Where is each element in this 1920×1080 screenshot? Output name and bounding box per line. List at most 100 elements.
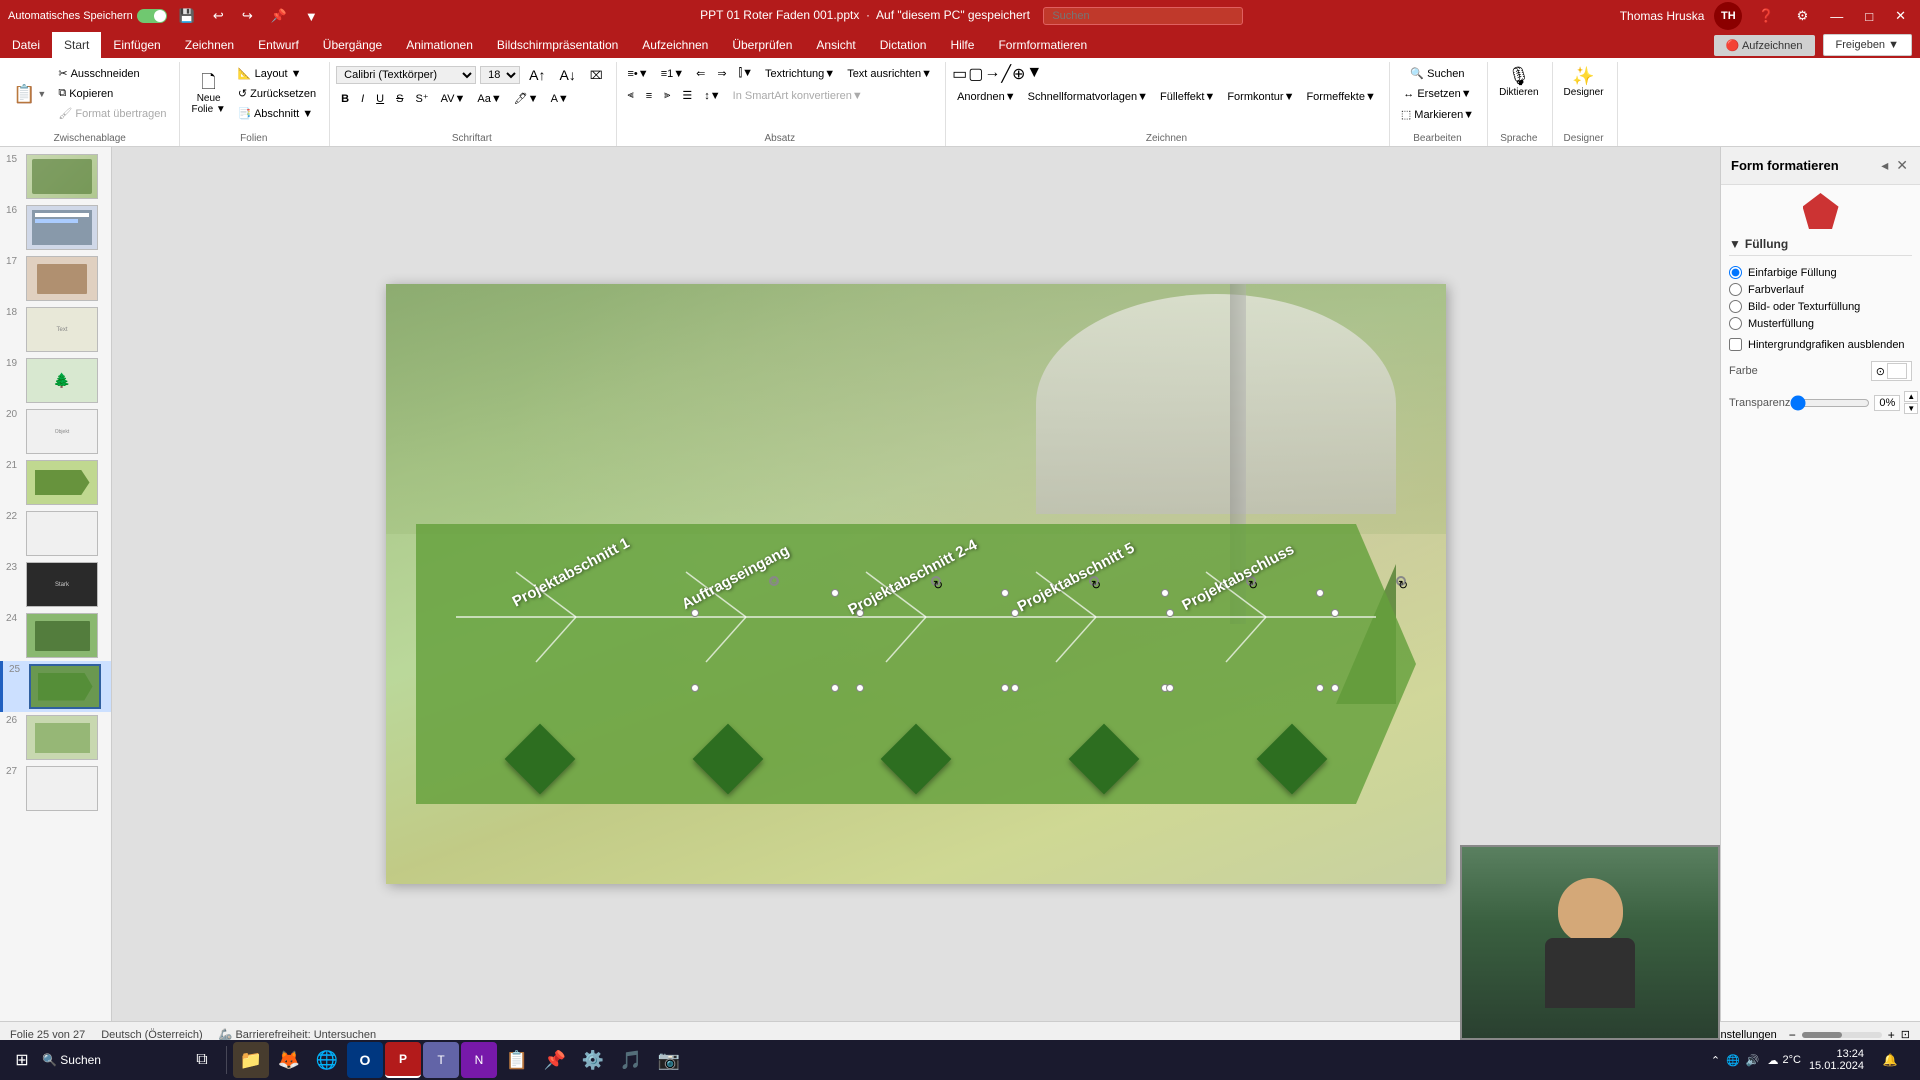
- clear-format-btn[interactable]: ⌧: [585, 66, 608, 85]
- fill-option-hintergrund[interactable]: Hintergrundgrafiken ausblenden: [1729, 336, 1912, 353]
- user-avatar[interactable]: TH: [1714, 2, 1742, 30]
- bold-btn[interactable]: B: [336, 90, 354, 108]
- tab-einfuegen[interactable]: Einfügen: [101, 32, 172, 58]
- help-icon-btn[interactable]: ❓: [1752, 6, 1780, 26]
- suchen-btn[interactable]: 🔍 Suchen: [1405, 64, 1469, 83]
- handle-s5-bl[interactable]: [1331, 684, 1339, 692]
- slide-thumb-27[interactable]: 27: [0, 763, 111, 814]
- weather-widget[interactable]: ☁ 2°C: [1767, 1054, 1800, 1067]
- handle-s4-bl[interactable]: [1166, 684, 1174, 692]
- diktieren-btn[interactable]: 🎙 Diktieren: [1494, 64, 1543, 101]
- minimize-button[interactable]: —: [1824, 7, 1849, 26]
- fill-radio-bild[interactable]: [1729, 300, 1742, 313]
- redo-button[interactable]: ↪: [236, 6, 259, 26]
- title-search-input[interactable]: [1043, 7, 1243, 25]
- font-size-select[interactable]: 18: [480, 66, 520, 84]
- slide-thumb-18[interactable]: 18 Text: [0, 304, 111, 355]
- handle-s1-br[interactable]: [831, 684, 839, 692]
- ausschneiden-btn[interactable]: ✂ Ausschneiden: [53, 64, 171, 83]
- col-btn[interactable]: ⫿▼: [734, 64, 758, 83]
- tab-formformat[interactable]: Formformatieren: [986, 32, 1099, 58]
- highlight-btn[interactable]: 🖊▼: [509, 89, 544, 108]
- close-button[interactable]: ✕: [1889, 6, 1912, 26]
- indent-less-btn[interactable]: ⇐: [691, 64, 710, 83]
- farbe-value[interactable]: ⊙: [1871, 361, 1912, 381]
- slide-thumb-23[interactable]: 23 Stark: [0, 559, 111, 610]
- tab-datei[interactable]: Datei: [0, 32, 52, 58]
- diamond-2[interactable]: [693, 724, 764, 795]
- pin-button[interactable]: 📌: [265, 6, 293, 26]
- einfuegen-btn[interactable]: 📋 ▼: [8, 82, 51, 106]
- fill-option-bild[interactable]: Bild- oder Texturfüllung: [1729, 298, 1912, 315]
- handle-s1-bl[interactable]: [691, 684, 699, 692]
- slide-thumb-19[interactable]: 19 🌲: [0, 355, 111, 406]
- case-btn[interactable]: Aa▼: [472, 90, 506, 108]
- taskbar-app-8[interactable]: 📌: [537, 1042, 573, 1078]
- font-family-select[interactable]: Calibri (Textkörper): [336, 66, 476, 84]
- autosave-switch[interactable]: [137, 9, 167, 23]
- zuruecksetzen-btn[interactable]: ↺ Zurücksetzen: [233, 84, 321, 103]
- zoom-slider-track[interactable]: [1802, 1032, 1882, 1038]
- shape-rect[interactable]: ▭: [952, 64, 967, 84]
- color-swatch[interactable]: [1887, 363, 1907, 379]
- italic-btn[interactable]: I: [356, 90, 369, 108]
- diamond-4[interactable]: [1069, 724, 1140, 795]
- handle-s5-tl[interactable]: [1331, 609, 1339, 617]
- handle-s3-tr[interactable]: [1161, 589, 1169, 597]
- slide-thumb-20[interactable]: 20 Objekt: [0, 406, 111, 457]
- handle-s3-tl[interactable]: [1011, 609, 1019, 617]
- shape-rounded[interactable]: ▢: [968, 64, 983, 84]
- ersetzen-btn[interactable]: ↔ Ersetzen▼: [1398, 85, 1476, 103]
- handle-s2-bl[interactable]: [856, 684, 864, 692]
- more-button[interactable]: ▼: [299, 7, 324, 26]
- task-view-btn[interactable]: ⧉: [184, 1042, 220, 1078]
- taskbar-app-9[interactable]: ⚙️: [575, 1042, 611, 1078]
- tab-zeichnen[interactable]: Zeichnen: [173, 32, 246, 58]
- slide-thumb-16[interactable]: 16: [0, 202, 111, 253]
- taskbar-app-teams[interactable]: T: [423, 1042, 459, 1078]
- fill-option-einfach[interactable]: Einfarbige Füllung: [1729, 264, 1912, 281]
- aufzeichnen-btn[interactable]: 🔴 Aufzeichnen: [1714, 35, 1815, 56]
- tab-start[interactable]: Start: [52, 32, 101, 58]
- align-text-btn[interactable]: Text ausrichten▼: [842, 65, 937, 83]
- text-direction-btn[interactable]: Textrichtung▼: [760, 65, 840, 83]
- diamond-5[interactable]: [1257, 724, 1328, 795]
- maximize-button[interactable]: □: [1859, 7, 1879, 26]
- clock-widget[interactable]: 13:24 15.01.2024: [1809, 1048, 1864, 1072]
- taskbar-app-explorer[interactable]: 📁: [233, 1042, 269, 1078]
- align-center-btn[interactable]: ≡: [641, 87, 657, 105]
- markieren-btn[interactable]: ⬚ Markieren▼: [1396, 105, 1479, 124]
- line-spacing-btn[interactable]: ↕▼: [699, 87, 725, 105]
- tray-sound[interactable]: 🔊: [1746, 1054, 1760, 1067]
- rotate-handle-s5[interactable]: ↻: [1396, 576, 1406, 586]
- layout-btn[interactable]: 📐 Layout ▼: [233, 64, 321, 83]
- tray-up-arrow[interactable]: ⌃: [1711, 1054, 1720, 1067]
- bullet-list-btn[interactable]: ≡•▼: [623, 65, 654, 83]
- shape-arrow[interactable]: →: [984, 64, 1000, 84]
- anordnen-btn[interactable]: Anordnen▼: [952, 88, 1021, 106]
- fill-radio-einfach[interactable]: [1729, 266, 1742, 279]
- designer-btn[interactable]: ✨ Designer: [1559, 64, 1609, 101]
- fuelleffekt-btn[interactable]: Fülleffekt▼: [1155, 88, 1220, 106]
- taskbar-app-11[interactable]: 📷: [651, 1042, 687, 1078]
- fill-option-muster[interactable]: Musterfüllung: [1729, 315, 1912, 332]
- taskbar-app-outlook[interactable]: O: [347, 1042, 383, 1078]
- panel-collapse-btn[interactable]: ◂: [1879, 155, 1890, 176]
- handle-s1-tr[interactable]: [831, 589, 839, 597]
- handle-s4-tl[interactable]: [1166, 609, 1174, 617]
- handle-s2-br[interactable]: [1001, 684, 1009, 692]
- shape-dropdown[interactable]: ▼: [1026, 64, 1042, 84]
- panel-close-btn[interactable]: ✕: [1894, 155, 1910, 176]
- slide-thumb-24[interactable]: 24: [0, 610, 111, 661]
- fill-radio-verlauf[interactable]: [1729, 283, 1742, 296]
- slide-thumb-21[interactable]: 21: [0, 457, 111, 508]
- start-button[interactable]: ⊞: [4, 1042, 40, 1078]
- tab-dictation[interactable]: Dictation: [868, 32, 939, 58]
- shape-line[interactable]: ╱: [1001, 64, 1011, 84]
- formeffekte-btn[interactable]: Formeffekte▼: [1301, 88, 1380, 106]
- increase-font-btn[interactable]: A↑: [524, 64, 550, 86]
- tab-bildschirm[interactable]: Bildschirmpräsentation: [485, 32, 630, 58]
- taskbar-app-onenote[interactable]: N: [461, 1042, 497, 1078]
- tab-ansicht[interactable]: Ansicht: [804, 32, 867, 58]
- align-left-btn[interactable]: ⫷: [623, 86, 639, 105]
